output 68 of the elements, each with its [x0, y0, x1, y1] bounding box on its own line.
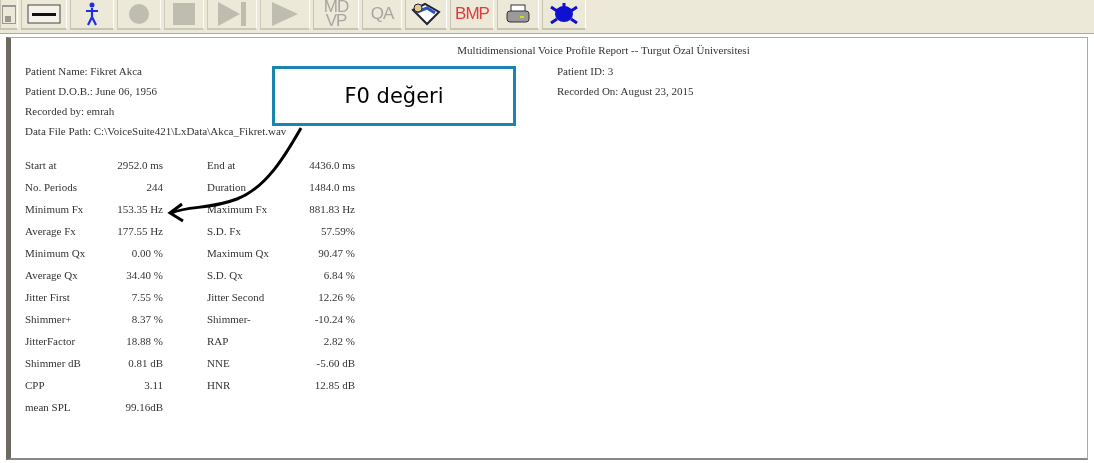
measure-label: S.D. Qx: [207, 268, 244, 282]
measure-value: 881.83 Hz: [308, 202, 355, 216]
measure-label: Maximum Qx: [207, 246, 271, 260]
stop-icon: [173, 3, 195, 25]
measure-value: 7.55 %: [130, 290, 163, 304]
measure-label: Minimum Qx: [25, 246, 87, 260]
measure-label: Average Qx: [25, 268, 79, 282]
toolbar-button[interactable]: [21, 0, 67, 30]
measure-label: HNR: [207, 378, 232, 392]
record-icon: [128, 3, 150, 25]
measure-label: Maximum Fx: [207, 202, 269, 216]
patient-info: Data File Path: C:\VoiceSuite421\LxData\Akca_Fikret.wav: [25, 124, 287, 138]
measure-value: 177.55 Hz: [116, 224, 163, 238]
patient-info: Patient ID: 3: [557, 64, 614, 78]
callout-box: F0 değeri: [272, 66, 516, 126]
measure-value: 18.88 %: [125, 334, 163, 348]
measure-label: JitterFactor: [25, 334, 77, 348]
measure-label: Jitter Second: [207, 290, 266, 304]
save-icon: [2, 4, 16, 24]
measure-label: Start at: [25, 158, 58, 172]
patient-info: Patient D.O.B.: June 06, 1956: [25, 84, 157, 98]
measure-label: No. Periods: [25, 180, 78, 194]
play-icon: [272, 2, 298, 26]
report-title: Multidimensional Voice Profile Report -- Turgut Özal Üniversitesi: [456, 44, 751, 56]
measure-label: Shimmer+: [25, 312, 73, 326]
patient-info: Recorded On: August 23, 2015: [557, 84, 694, 98]
patient-info: Patient Name: Fikret Akca: [25, 64, 142, 78]
measure-label: RAP: [207, 334, 230, 348]
measure-value: 0.00 %: [130, 246, 163, 260]
minimize-icon: [27, 4, 61, 24]
toolbar-button[interactable]: [70, 0, 114, 30]
measure-value: 12.26 %: [317, 290, 355, 304]
printer-icon: [506, 4, 530, 24]
measure-value: 12.85 dB: [313, 378, 355, 392]
step-forward-icon: [218, 2, 246, 26]
measure-value: 3.11: [143, 378, 163, 392]
measure-value: 99.16dB: [124, 400, 163, 414]
measure-value: -5.60 dB: [315, 356, 355, 370]
measure-label: Jitter First: [25, 290, 71, 304]
measure-label: End at: [207, 158, 237, 172]
measure-label: Average Fx: [25, 224, 77, 238]
measure-value: 34.40 %: [125, 268, 163, 282]
measure-label: Shimmer-: [207, 312, 252, 326]
measure-label: Minimum Fx: [25, 202, 85, 216]
toolbar-button[interactable]: BMP: [450, 0, 494, 30]
measure-value: 57.59%: [320, 224, 355, 238]
measure-value: 153.35 Hz: [116, 202, 163, 216]
measure-label: Duration: [207, 180, 248, 194]
measure-value: 4436.0 ms: [308, 158, 355, 172]
measure-value: 2.82 %: [322, 334, 355, 348]
measure-value: 1484.0 ms: [308, 180, 355, 194]
measure-label: Shimmer dB: [25, 356, 82, 370]
measure-value: 244: [145, 180, 163, 194]
person-icon: [85, 2, 99, 26]
measure-label: CPP: [25, 378, 46, 392]
patient-info: Recorded by: emrah: [25, 104, 115, 118]
measure-value: -10.24 %: [313, 312, 355, 326]
bug-icon: [549, 3, 579, 25]
measure-value: 8.37 %: [130, 312, 163, 326]
measure-value: 2952.0 ms: [116, 158, 163, 172]
measure-label: NNE: [207, 356, 231, 370]
measure-value: 0.81 dB: [127, 356, 163, 370]
toolbar-button[interactable]: [542, 0, 586, 30]
toolbar-button[interactable]: [405, 0, 447, 30]
measure-label: S.D. Fx: [207, 224, 242, 238]
measure-value: 90.47 %: [317, 246, 355, 260]
measure-label: mean SPL: [25, 400, 72, 414]
measure-value: 6.84 %: [322, 268, 355, 282]
